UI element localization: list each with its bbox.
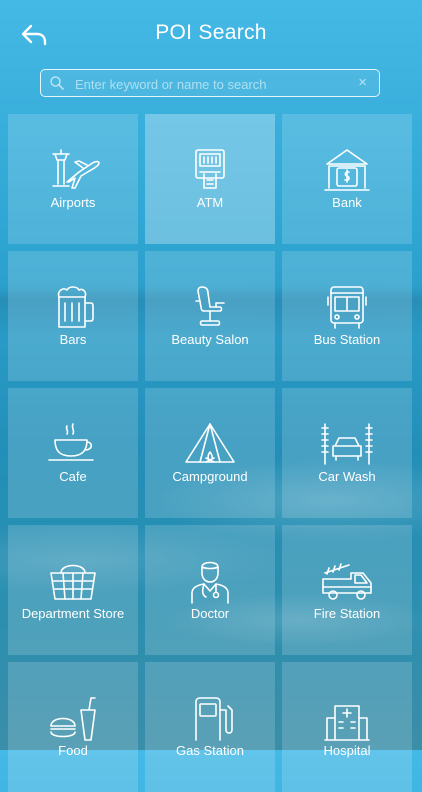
page-title: POI Search — [155, 21, 267, 44]
category-tile-beauty-salon[interactable]: Beauty Salon — [145, 251, 275, 381]
search-bar[interactable]: × — [40, 69, 380, 97]
car-wash-icon — [321, 423, 373, 465]
gas-pump-icon — [195, 697, 233, 741]
search-input[interactable] — [73, 72, 347, 96]
category-tile-fire-station[interactable]: Fire Station — [282, 525, 412, 655]
category-tile-bus-station[interactable]: Bus Station — [282, 251, 412, 381]
fast-food-icon — [50, 697, 96, 741]
clear-icon[interactable]: × — [358, 74, 367, 92]
category-tile-bars[interactable]: Bars — [8, 251, 138, 381]
category-grid: Airports ATM Bank Bars Beauty Salon Bus … — [8, 114, 412, 792]
category-tile-airports[interactable]: Airports — [8, 114, 138, 244]
atm-icon — [195, 149, 225, 189]
category-label: Car Wash — [318, 469, 376, 484]
search-icon — [50, 76, 64, 90]
category-label: Doctor — [190, 606, 230, 621]
category-label: Fire Station — [313, 606, 381, 621]
category-label: Bus Station — [313, 332, 381, 347]
category-label: Bank — [332, 195, 362, 210]
category-label: ATM — [196, 195, 224, 210]
category-tile-bank[interactable]: Bank — [282, 114, 412, 244]
beer-mug-icon — [57, 286, 94, 328]
category-label: Bars — [59, 332, 87, 347]
hospital-icon — [324, 705, 370, 741]
category-label: Hospital — [323, 743, 371, 758]
category-label: Department Store — [21, 606, 125, 621]
fire-truck-icon — [322, 563, 372, 600]
category-tile-campground[interactable]: Campground — [145, 388, 275, 518]
category-tile-gas-station[interactable]: Gas Station — [145, 662, 275, 792]
category-tile-department-store[interactable]: Department Store — [8, 525, 138, 655]
category-tile-cafe[interactable]: Cafe — [8, 388, 138, 518]
category-label: Gas Station — [176, 743, 244, 758]
bank-icon — [324, 149, 370, 191]
category-label: Beauty Salon — [171, 332, 249, 347]
category-tile-doctor[interactable]: Doctor — [145, 525, 275, 655]
category-tile-food[interactable]: Food — [8, 662, 138, 792]
category-label: Airports — [50, 195, 96, 210]
doctor-icon — [191, 561, 229, 604]
basket-icon — [50, 564, 96, 600]
airport-icon — [52, 149, 100, 189]
category-tile-atm[interactable]: ATM — [145, 114, 275, 244]
category-label: Cafe — [59, 469, 87, 484]
tent-icon — [185, 423, 235, 463]
coffee-cup-icon — [48, 423, 94, 461]
category-label: Campground — [172, 469, 248, 484]
category-tile-hospital[interactable]: Hospital — [282, 662, 412, 792]
header: POI Search — [0, 0, 422, 68]
category-label: Food — [58, 743, 88, 758]
salon-chair-icon — [195, 286, 225, 326]
category-tile-car-wash[interactable]: Car Wash — [282, 388, 412, 518]
bus-icon — [327, 286, 367, 329]
